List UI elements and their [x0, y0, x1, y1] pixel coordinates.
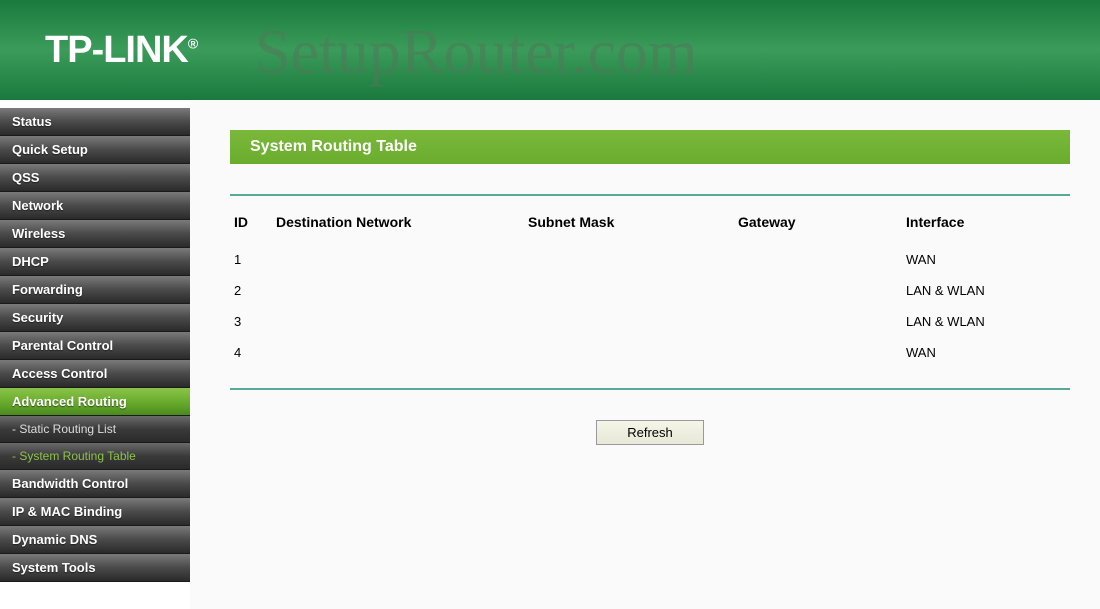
sidebar-item-bandwidth-control[interactable]: Bandwidth Control [0, 470, 190, 498]
sidebar-item-wireless[interactable]: Wireless [0, 220, 190, 248]
sidebar-subitem-system-routing-table[interactable]: - System Routing Table [0, 443, 190, 470]
cell-subnet [524, 244, 734, 275]
cell-interface: WAN [902, 337, 1070, 368]
cell-id: 1 [230, 244, 272, 275]
sidebar-item-dhcp[interactable]: DHCP [0, 248, 190, 276]
routing-table: ID Destination Network Subnet Mask Gatew… [230, 206, 1070, 368]
sidebar-item-label: Status [12, 114, 52, 129]
cell-id: 4 [230, 337, 272, 368]
cell-interface: LAN & WLAN [902, 275, 1070, 306]
sidebar-item-label: DHCP [12, 254, 49, 269]
sidebar-item-label: Forwarding [12, 282, 83, 297]
sidebar-item-label: Parental Control [12, 338, 113, 353]
table-row: 1 WAN [230, 244, 1070, 275]
col-header-gateway: Gateway [734, 206, 902, 244]
sidebar-item-qss[interactable]: QSS [0, 164, 190, 192]
button-row: Refresh [230, 420, 1070, 445]
col-header-subnet: Subnet Mask [524, 206, 734, 244]
header: TP-LINK® [0, 0, 1100, 100]
brand-mark: ® [188, 35, 197, 51]
sidebar-item-network[interactable]: Network [0, 192, 190, 220]
sidebar-item-advanced-routing[interactable]: Advanced Routing [0, 388, 190, 416]
cell-gateway [734, 275, 902, 306]
cell-interface: LAN & WLAN [902, 306, 1070, 337]
table-row: 4 WAN [230, 337, 1070, 368]
content-area: System Routing Table ID Destination Netw… [190, 100, 1100, 609]
cell-subnet [524, 275, 734, 306]
brand-logo: TP-LINK® [45, 29, 197, 72]
page-title: System Routing Table [230, 130, 1070, 164]
main-container: Status Quick Setup QSS Network Wireless … [0, 100, 1100, 609]
sidebar-item-label: Bandwidth Control [12, 476, 128, 491]
sidebar-item-forwarding[interactable]: Forwarding [0, 276, 190, 304]
sidebar-subitem-static-routing-list[interactable]: - Static Routing List [0, 416, 190, 443]
sidebar: Status Quick Setup QSS Network Wireless … [0, 100, 190, 609]
cell-interface: WAN [902, 244, 1070, 275]
col-header-id: ID [230, 206, 272, 244]
table-row: 2 LAN & WLAN [230, 275, 1070, 306]
cell-dest [272, 275, 524, 306]
cell-gateway [734, 306, 902, 337]
cell-dest [272, 244, 524, 275]
col-header-destination: Destination Network [272, 206, 524, 244]
sidebar-item-label: Security [12, 310, 63, 325]
sidebar-item-parental-control[interactable]: Parental Control [0, 332, 190, 360]
sidebar-item-label: Dynamic DNS [12, 532, 97, 547]
col-header-interface: Interface [902, 206, 1070, 244]
cell-id: 2 [230, 275, 272, 306]
sidebar-item-label: Quick Setup [12, 142, 88, 157]
brand-text: TP-LINK [45, 29, 188, 71]
table-header-row: ID Destination Network Subnet Mask Gatew… [230, 206, 1070, 244]
sidebar-item-label: - Static Routing List [12, 422, 116, 436]
cell-gateway [734, 337, 902, 368]
cell-dest [272, 337, 524, 368]
table-row: 3 LAN & WLAN [230, 306, 1070, 337]
cell-subnet [524, 337, 734, 368]
sidebar-item-label: Advanced Routing [12, 394, 127, 409]
sidebar-item-label: - System Routing Table [12, 449, 136, 463]
sidebar-item-status[interactable]: Status [0, 108, 190, 136]
sidebar-item-dynamic-dns[interactable]: Dynamic DNS [0, 526, 190, 554]
sidebar-item-security[interactable]: Security [0, 304, 190, 332]
sidebar-item-system-tools[interactable]: System Tools [0, 554, 190, 582]
sidebar-item-label: System Tools [12, 560, 96, 575]
cell-dest [272, 306, 524, 337]
sidebar-item-label: Access Control [12, 366, 107, 381]
sidebar-item-access-control[interactable]: Access Control [0, 360, 190, 388]
routing-table-container: ID Destination Network Subnet Mask Gatew… [230, 194, 1070, 390]
cell-subnet [524, 306, 734, 337]
sidebar-item-label: Network [12, 198, 63, 213]
sidebar-item-ip-mac-binding[interactable]: IP & MAC Binding [0, 498, 190, 526]
sidebar-item-label: QSS [12, 170, 39, 185]
refresh-button[interactable]: Refresh [596, 420, 704, 445]
cell-gateway [734, 244, 902, 275]
sidebar-item-label: IP & MAC Binding [12, 504, 122, 519]
sidebar-item-label: Wireless [12, 226, 65, 241]
cell-id: 3 [230, 306, 272, 337]
sidebar-item-quick-setup[interactable]: Quick Setup [0, 136, 190, 164]
